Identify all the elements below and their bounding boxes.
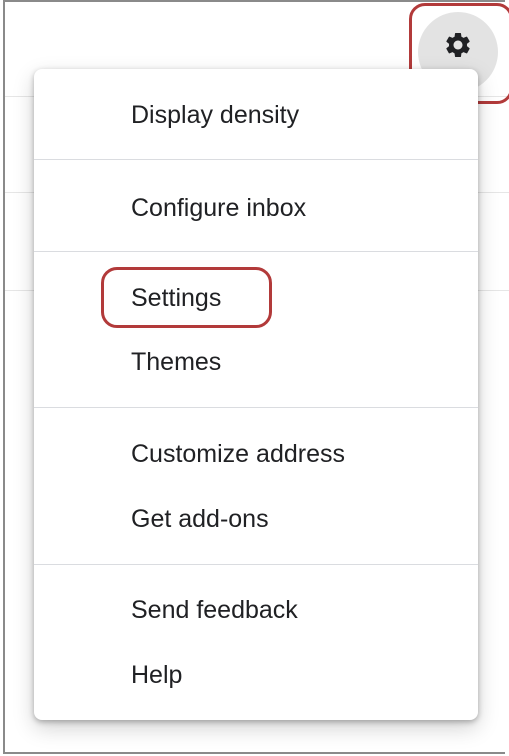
menu-item-help[interactable]: Help bbox=[131, 660, 182, 690]
menu-item-send-feedback[interactable]: Send feedback bbox=[131, 595, 298, 625]
menu-item-display-density[interactable]: Display density bbox=[131, 100, 299, 130]
settings-menu: Display density Configure inbox Settings… bbox=[34, 69, 478, 720]
screenshot-frame: Display density Configure inbox Settings… bbox=[0, 0, 509, 756]
menu-item-get-add-ons[interactable]: Get add-ons bbox=[131, 504, 269, 534]
settings-highlight-box bbox=[101, 267, 272, 328]
menu-divider bbox=[34, 251, 478, 252]
menu-item-customize-address[interactable]: Customize address bbox=[131, 439, 345, 469]
menu-divider bbox=[34, 159, 478, 160]
menu-item-configure-inbox[interactable]: Configure inbox bbox=[131, 193, 306, 223]
menu-divider bbox=[34, 407, 478, 408]
menu-item-themes[interactable]: Themes bbox=[131, 347, 221, 377]
menu-divider bbox=[34, 564, 478, 565]
